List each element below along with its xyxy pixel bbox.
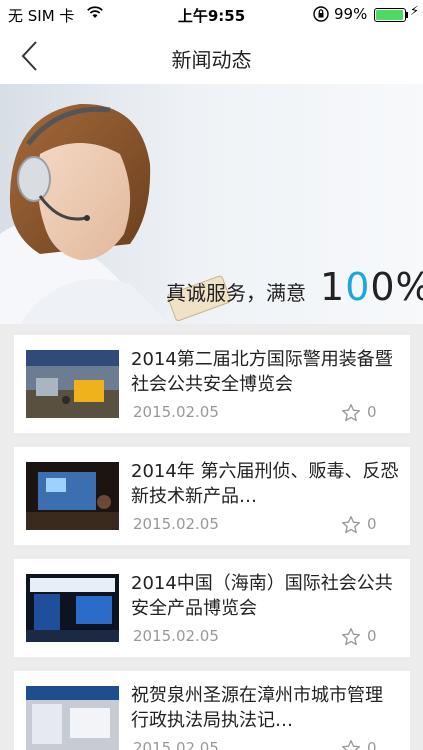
news-date: 2015.02.05 bbox=[133, 739, 219, 750]
news-thumbnail bbox=[26, 350, 119, 418]
navigation-bar: 新闻动态 bbox=[0, 28, 423, 84]
star-icon[interactable] bbox=[341, 739, 361, 750]
banner-percent: 100% bbox=[320, 265, 423, 309]
star-icon[interactable] bbox=[341, 515, 361, 535]
news-title: 2014第二届北方国际警用装备暨社会公共安全博览会 bbox=[131, 349, 393, 395]
news-item[interactable]: 祝贺泉州圣源在漳州市城市管理行政执法局执法记… 2015.02.05 0 bbox=[14, 671, 410, 750]
star-icon[interactable] bbox=[341, 627, 361, 647]
status-bar: 无 SIM 卡 上午9:55 99% ⚡ bbox=[0, 0, 423, 28]
promo-banner[interactable]: 真诚服务，满意 100% bbox=[0, 84, 423, 324]
charging-bolt-icon: ⚡ bbox=[410, 4, 420, 19]
news-thumbnail bbox=[26, 462, 119, 530]
favorite-count: 0 bbox=[367, 403, 377, 421]
news-title: 2014中国（海南）国际社会公共安全产品博览会 bbox=[131, 573, 393, 619]
favorite-count: 0 bbox=[367, 627, 377, 645]
news-thumbnail bbox=[26, 574, 119, 642]
news-date: 2015.02.05 bbox=[133, 403, 219, 421]
news-item[interactable]: 2014第二届北方国际警用装备暨社会公共安全博览会 2015.02.05 0 bbox=[14, 335, 410, 433]
star-icon[interactable] bbox=[341, 403, 361, 423]
favorite-count: 0 bbox=[367, 739, 377, 750]
news-title: 祝贺泉州圣源在漳州市城市管理行政执法局执法记… bbox=[131, 685, 383, 731]
orientation-lock-icon bbox=[313, 6, 329, 22]
news-item[interactable]: 2014年 第六届刑侦、贩毒、反恐新技术新产品… 2015.02.05 0 bbox=[14, 447, 410, 545]
news-item[interactable]: 2014中国（海南）国际社会公共安全产品博览会 2015.02.05 0 bbox=[14, 559, 410, 657]
battery-percentage: 99% bbox=[334, 5, 368, 23]
banner-tagline: 真诚服务，满意 bbox=[166, 281, 306, 305]
favorite-count: 0 bbox=[367, 515, 377, 533]
news-date: 2015.02.05 bbox=[133, 627, 219, 645]
page-title: 新闻动态 bbox=[171, 48, 252, 72]
battery-cap bbox=[406, 12, 408, 18]
news-date: 2015.02.05 bbox=[133, 515, 219, 533]
battery-icon bbox=[374, 8, 406, 22]
news-title: 2014年 第六届刑侦、贩毒、反恐新技术新产品… bbox=[131, 461, 399, 507]
news-thumbnail bbox=[26, 686, 119, 750]
